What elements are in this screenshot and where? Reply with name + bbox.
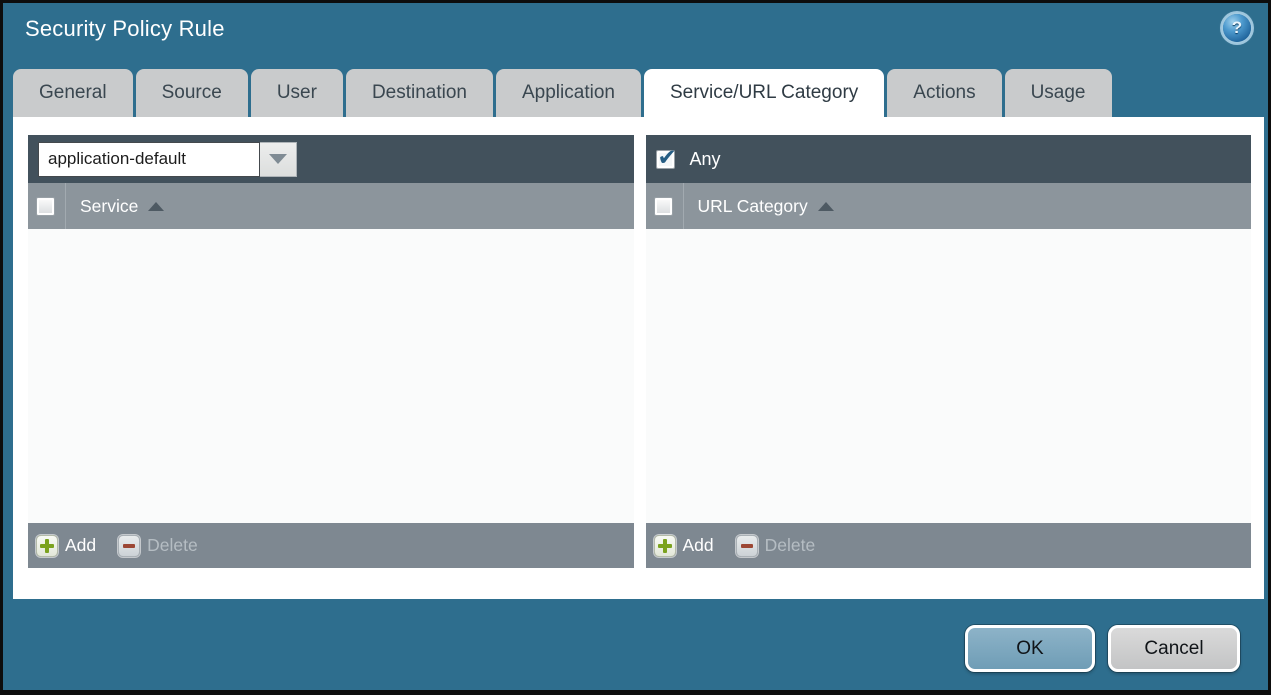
service-type-dropdown-value[interactable]: application-default	[38, 141, 260, 177]
url-category-column-header: URL Category	[645, 183, 1251, 229]
tab-general[interactable]: General	[13, 69, 133, 117]
add-button-label: Add	[682, 535, 714, 555]
tab-usage[interactable]: Usage	[1004, 69, 1112, 117]
delete-button-label: Delete	[147, 535, 198, 555]
url-category-delete-button[interactable]: Delete	[735, 534, 816, 557]
tab-bar: General Source User Destination Applicat…	[13, 69, 1112, 117]
url-category-column-label[interactable]: URL Category	[698, 196, 808, 217]
delete-minus-icon	[735, 534, 758, 557]
tab-destination[interactable]: Destination	[345, 69, 493, 117]
delete-button-label: Delete	[764, 535, 816, 555]
tab-user[interactable]: User	[250, 69, 343, 117]
url-category-list[interactable]	[645, 229, 1251, 523]
chevron-down-icon	[269, 154, 287, 164]
any-checkbox-label[interactable]: Any	[690, 149, 721, 170]
ok-button[interactable]: OK	[965, 625, 1095, 672]
service-list[interactable]	[28, 229, 634, 523]
add-button-label: Add	[65, 535, 97, 555]
column-divider	[682, 183, 684, 229]
sort-ascending-icon[interactable]	[148, 201, 165, 211]
service-panel: application-default Service Add Delete	[28, 135, 634, 568]
service-column-header: Service	[28, 183, 634, 229]
delete-minus-icon	[118, 534, 141, 557]
url-category-add-button[interactable]: Add	[653, 534, 714, 557]
tab-actions[interactable]: Actions	[887, 69, 1002, 117]
service-type-dropdown[interactable]: application-default	[38, 141, 297, 177]
any-checkbox[interactable]	[655, 144, 677, 171]
security-policy-rule-dialog: Security Policy Rule ? General Source Us…	[0, 0, 1271, 695]
service-column-label[interactable]: Service	[80, 196, 138, 217]
service-panel-header: application-default	[28, 135, 634, 183]
sort-ascending-icon[interactable]	[817, 201, 834, 211]
add-plus-icon	[653, 534, 676, 557]
url-category-panel: Any URL Category Add Delete	[645, 135, 1251, 568]
tab-source[interactable]: Source	[135, 69, 248, 117]
url-category-select-all-checkbox[interactable]	[653, 196, 673, 216]
service-type-dropdown-button[interactable]	[260, 141, 297, 177]
service-add-button[interactable]: Add	[36, 534, 97, 557]
service-select-all-checkbox[interactable]	[36, 196, 55, 216]
dialog-title: Security Policy Rule	[25, 16, 225, 41]
tab-application[interactable]: Application	[496, 69, 641, 117]
cancel-button[interactable]: Cancel	[1108, 625, 1240, 672]
tab-content: application-default Service Add Delete ✔…	[13, 117, 1264, 599]
service-panel-footer: Add Delete	[28, 523, 634, 568]
add-plus-icon	[36, 534, 58, 557]
url-category-panel-header: Any	[645, 135, 1251, 183]
panels-row: application-default Service Add Delete ✔…	[28, 135, 1251, 568]
tab-service-url-category[interactable]: Service/URL Category	[643, 69, 885, 117]
url-category-panel-footer: Add Delete	[645, 523, 1251, 568]
service-delete-button[interactable]: Delete	[118, 534, 198, 557]
column-divider	[65, 183, 66, 229]
help-icon[interactable]: ?	[1223, 14, 1251, 42]
